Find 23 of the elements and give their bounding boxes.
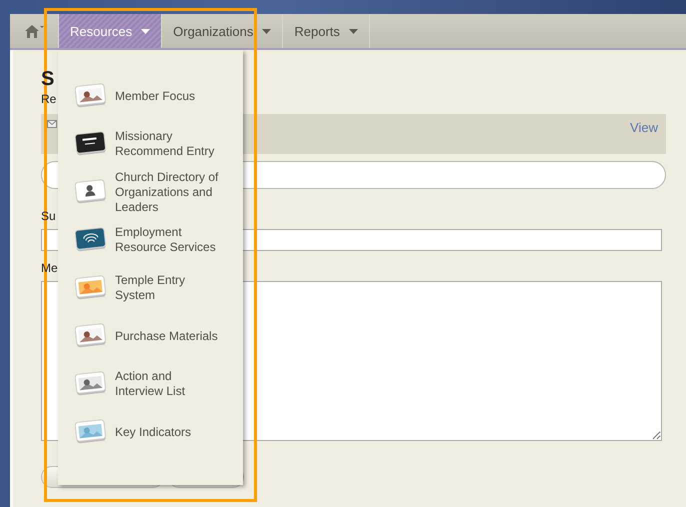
image-thumbnail-icon: [75, 418, 107, 446]
nav-tab[interactable]: Organizations: [162, 14, 284, 48]
menu-item[interactable]: Action and Interview List: [75, 360, 243, 408]
home-icon[interactable]: [24, 24, 44, 38]
sunset-thumbnail-icon: [75, 274, 107, 302]
photo-thumbnail-icon: [75, 322, 107, 350]
logo-tile-icon: [75, 226, 107, 254]
menu-item[interactable]: Key Indicators: [75, 408, 243, 456]
menu-item[interactable]: Employment Resource Services: [75, 216, 243, 264]
menu-item[interactable]: Temple Entry System: [75, 264, 243, 312]
menu-item[interactable]: Missionary Recommend Entry: [75, 120, 243, 168]
caret-icon: [141, 28, 150, 34]
person-card-icon: [75, 178, 107, 206]
card-icon: [75, 130, 107, 158]
caret-icon: [262, 28, 272, 34]
nav-tab[interactable]: Reports: [283, 14, 370, 48]
menu-item[interactable]: Member Focus: [75, 72, 243, 120]
photo-thumbnail-icon: [75, 82, 107, 110]
caret-icon: [348, 28, 358, 34]
menu-item[interactable]: Purchase Materials: [75, 312, 243, 360]
envelope-icon: [47, 120, 57, 128]
image-thumbnail-icon: [75, 370, 107, 398]
menu-item[interactable]: Church Directory of Organizations and Leaders: [75, 168, 243, 216]
